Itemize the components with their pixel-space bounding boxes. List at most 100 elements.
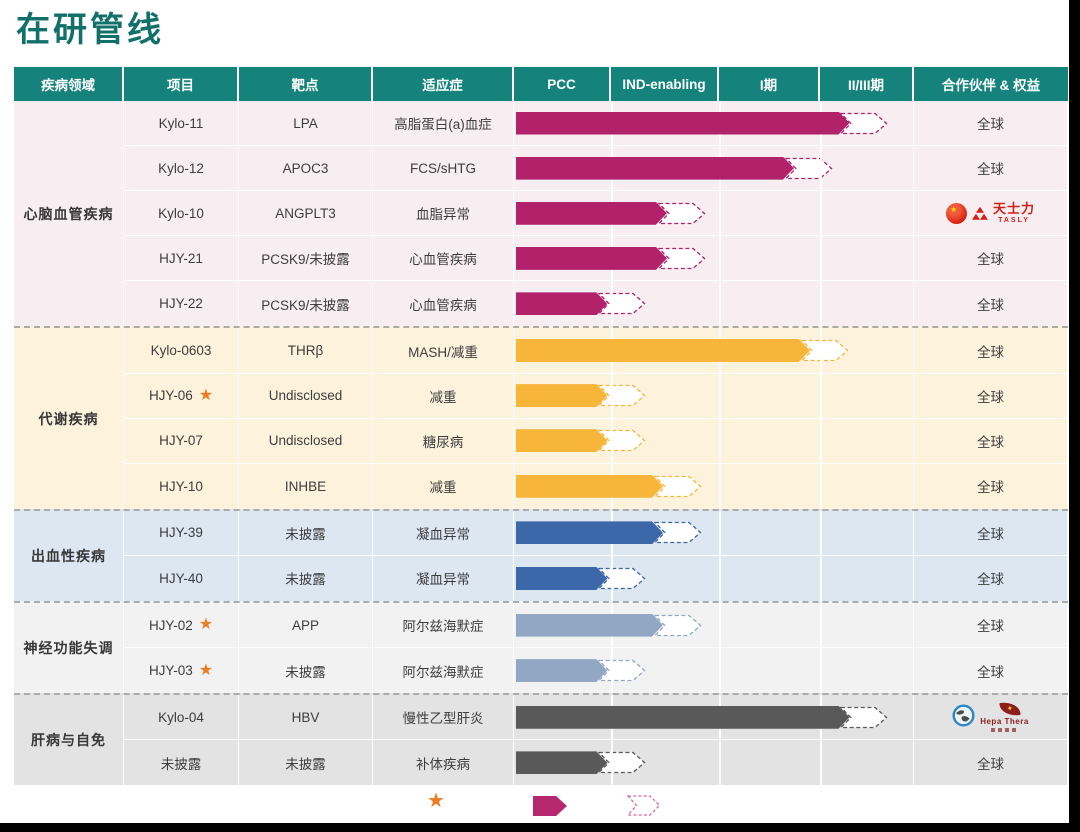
partner-rights-label: 全球: [977, 294, 1004, 314]
phase-progress-cell: [514, 464, 914, 509]
partner-cell: 全球: [914, 328, 1068, 373]
progress-bar-solid: [516, 751, 607, 774]
project-cell: HJY-02★: [124, 603, 239, 648]
indication-cell: 高脂蛋白(a)血症: [373, 101, 514, 146]
phase-gridline: [719, 191, 721, 235]
partner-rights-label: 全球: [977, 476, 1004, 496]
progress-bar-solid: [516, 292, 607, 315]
partner-cell: 全球: [914, 374, 1068, 419]
partner-rights-label: 全球: [977, 341, 1004, 361]
target-cell: 未披露: [239, 556, 373, 601]
china-flag-icon: [946, 203, 967, 224]
phase-progress-cell: [514, 511, 914, 556]
column-header-0: 疾病领域: [14, 67, 124, 101]
progress-bar-solid: [516, 157, 794, 180]
project-name: Kylo-04: [158, 710, 204, 725]
project-name: HJY-03: [149, 663, 193, 678]
tasly-logo-cn: 天士力: [993, 202, 1035, 215]
disease-group: 出血性疾病HJY-39未披露凝血异常全球HJY-40未披露凝血异常全球: [14, 509, 1068, 601]
partner-cell: 全球: [914, 603, 1068, 648]
phase-gridline: [820, 511, 822, 555]
phase-gridline: [719, 281, 721, 326]
target-cell: PCSK9/未披露: [239, 281, 373, 326]
partner-cell: 全球: [914, 556, 1068, 601]
progress-bar-solid: [516, 706, 849, 729]
indication-cell: 心血管疾病: [373, 236, 514, 281]
priority-star-icon: ★: [199, 388, 213, 404]
project-name: HJY-06: [149, 388, 193, 403]
project-name: HJY-10: [159, 479, 203, 494]
project-cell: HJY-10: [124, 464, 239, 509]
indication-cell: 心血管疾病: [373, 281, 514, 326]
phase-gridline: [820, 374, 822, 418]
project-cell: HJY-03★: [124, 648, 239, 693]
partner-rights-label: 全球: [977, 523, 1004, 543]
tasly-logo-en: TASLY: [998, 217, 1030, 224]
column-header-7: II/III期: [820, 67, 914, 101]
phase-gridline: [719, 374, 721, 418]
disease-area-label: 心脑血管疾病: [14, 101, 124, 326]
disease-area-label: 代谢疾病: [14, 328, 124, 508]
target-cell: HBV: [239, 695, 373, 740]
hepathera-logo-name: Hepa Thera: [980, 718, 1029, 726]
phase-progress-cell: [514, 740, 914, 785]
project-cell: Kylo-10: [124, 191, 239, 236]
project-cell: HJY-22: [124, 281, 239, 326]
hepathera-leaf-icon: ✦: [1000, 701, 1021, 717]
project-name: Kylo-10: [158, 206, 204, 221]
phase-gridline: [611, 740, 613, 785]
phase-gridline: [820, 419, 822, 463]
project-name: Kylo-12: [158, 161, 204, 176]
disease-group: 代谢疾病Kylo-0603THRβMASH/减重全球HJY-06★Undiscl…: [14, 326, 1068, 508]
indication-cell: MASH/减重: [373, 328, 514, 373]
project-cell: 未披露: [124, 740, 239, 785]
partner-cell: 全球: [914, 464, 1068, 509]
phase-gridline: [719, 419, 721, 463]
target-cell: 未披露: [239, 648, 373, 693]
partner-rights-label: 全球: [977, 113, 1004, 133]
partner-cell: 全球: [914, 419, 1068, 464]
column-header-8: 合作伙伴 & 权益: [914, 67, 1068, 101]
page-title: 在研管线: [16, 2, 164, 51]
progress-bar-solid: [516, 384, 607, 407]
table-header-row: 疾病领域项目靶点适应症PCCIND-enablingI期II/III期合作伙伴 …: [14, 67, 1068, 101]
phase-progress-cell: [514, 191, 914, 236]
phase-gridline: [820, 556, 822, 601]
indication-cell: 减重: [373, 464, 514, 509]
phase-gridline: [820, 648, 822, 693]
phase-gridline: [611, 374, 613, 418]
target-cell: 未披露: [239, 511, 373, 556]
project-cell: Kylo-12: [124, 146, 239, 191]
disease-area-label: 肝病与自免: [14, 695, 124, 785]
progress-bar-solid: [516, 247, 667, 270]
disease-area-label: 出血性疾病: [14, 511, 124, 601]
progress-bar-solid: [516, 429, 607, 452]
target-cell: PCSK9/未披露: [239, 236, 373, 281]
project-cell: Kylo-04: [124, 695, 239, 740]
disease-group: 心脑血管疾病Kylo-11LPA高脂蛋白(a)血症全球Kylo-12APOC3F…: [14, 101, 1068, 326]
bottom-border: [0, 823, 1080, 832]
partner-cell: 全球: [914, 146, 1068, 191]
phase-gridline: [820, 603, 822, 647]
table-body: 心脑血管疾病Kylo-11LPA高脂蛋白(a)血症全球Kylo-12APOC3F…: [14, 101, 1068, 785]
column-header-4: PCC: [514, 67, 611, 101]
project-name: HJY-21: [159, 251, 203, 266]
project-name: Kylo-11: [159, 116, 204, 131]
phase-progress-cell: [514, 374, 914, 419]
project-name: HJY-40: [159, 571, 203, 586]
partner-cell: 全球: [914, 236, 1068, 281]
phase-progress-cell: [514, 556, 914, 601]
phase-gridline: [820, 146, 822, 190]
phase-gridline: [820, 328, 822, 372]
target-cell: 未披露: [239, 740, 373, 785]
phase-progress-cell: [514, 236, 914, 281]
partner-cell: 全球: [914, 740, 1068, 785]
partner-rights-label: 全球: [977, 158, 1004, 178]
project-cell: HJY-21: [124, 236, 239, 281]
project-cell: HJY-07: [124, 419, 239, 464]
phase-gridline: [611, 419, 613, 463]
phase-progress-cell: [514, 281, 914, 326]
tasly-logo-mark-icon: [972, 207, 988, 220]
target-cell: THRβ: [239, 328, 373, 373]
partner-cell: 天士力 TASLY: [914, 191, 1068, 236]
